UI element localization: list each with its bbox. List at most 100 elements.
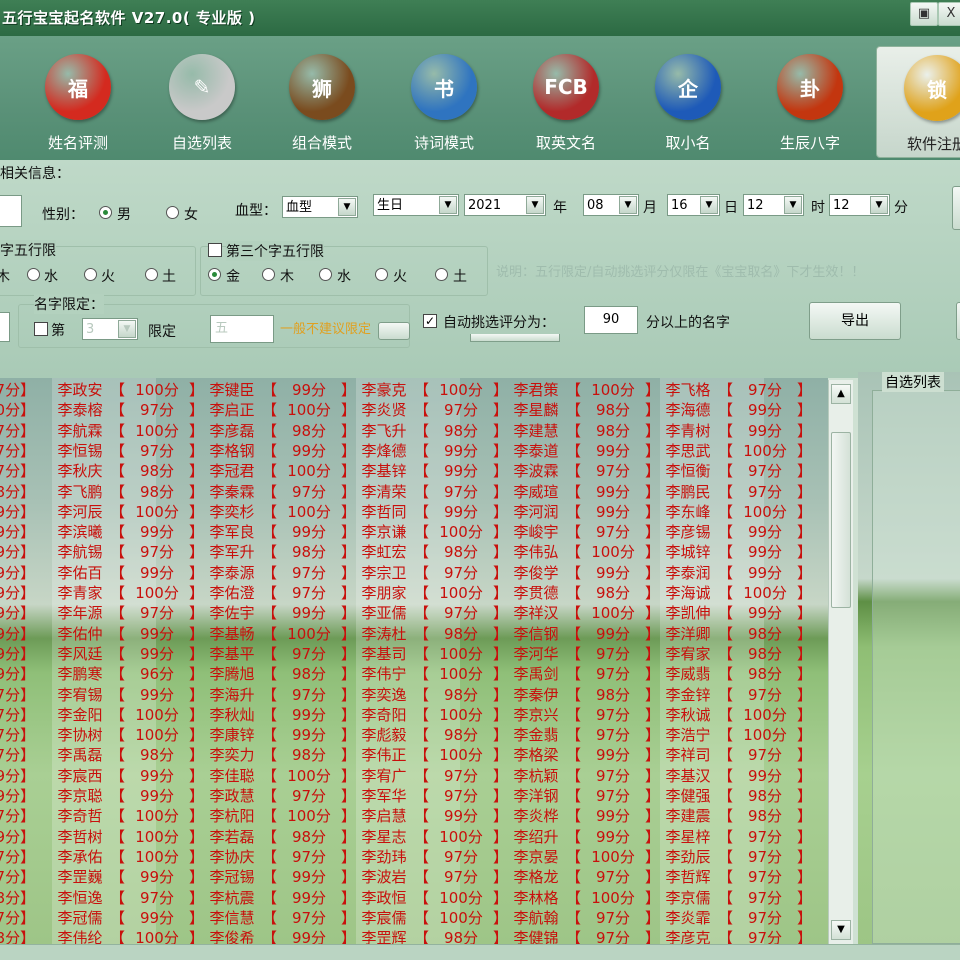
- result-cell[interactable]: 李恒衡【97分】: [658, 461, 812, 481]
- result-cell[interactable]: 李冠锡【99分】: [202, 867, 356, 887]
- result-cell[interactable]: 李冠儒【99分】: [50, 908, 204, 928]
- third-char-water-radio[interactable]: [319, 268, 332, 281]
- result-cell-partial[interactable]: 99分】: [0, 522, 35, 542]
- result-cell[interactable]: 李河润【99分】: [506, 502, 660, 522]
- result-cell[interactable]: 李劲辰【97分】: [658, 847, 812, 867]
- result-cell[interactable]: 李康锌【99分】: [202, 725, 356, 745]
- result-cell[interactable]: 李杭震【99分】: [202, 888, 356, 908]
- result-cell[interactable]: 李启慧【99分】: [354, 806, 508, 826]
- result-cell[interactable]: 李键臣【99分】: [202, 380, 356, 400]
- result-cell[interactable]: 李奕力【98分】: [202, 745, 356, 765]
- result-cell[interactable]: 李恒锡【97分】: [50, 441, 204, 461]
- result-cell[interactable]: 李信钢【99分】: [506, 624, 660, 644]
- result-cell-partial[interactable]: 97分】: [0, 806, 35, 826]
- result-cell[interactable]: 李佐宇【99分】: [202, 603, 356, 623]
- toolbar-button-5[interactable]: 企取小名: [628, 46, 748, 156]
- result-cell[interactable]: 李泰源【97分】: [202, 563, 356, 583]
- result-cell[interactable]: 李京晏【100分】: [506, 847, 660, 867]
- result-cell[interactable]: 李恒逸【97分】: [50, 888, 204, 908]
- result-cell[interactable]: 李京聪【99分】: [50, 786, 204, 806]
- result-cell[interactable]: 李鹏寒【96分】: [50, 664, 204, 684]
- result-cell[interactable]: 李航霖【100分】: [50, 421, 204, 441]
- result-cell[interactable]: 李承佑【100分】: [50, 847, 204, 867]
- blood-type-select[interactable]: 血型 ▼: [282, 196, 358, 218]
- result-cell[interactable]: 李基司【100分】: [354, 644, 508, 664]
- result-cell[interactable]: 李涛杜【98分】: [354, 624, 508, 644]
- result-cell-partial[interactable]: 98分】: [0, 888, 35, 908]
- result-cell[interactable]: 李伟宁【100分】: [354, 664, 508, 684]
- result-cell[interactable]: 李烽德【99分】: [354, 441, 508, 461]
- result-cell[interactable]: 李奕逸【98分】: [354, 685, 508, 705]
- result-cell[interactable]: 李建慧【98分】: [506, 421, 660, 441]
- result-cell-partial[interactable]: 97分】: [0, 421, 35, 441]
- scroll-down-arrow-icon[interactable]: ▼: [831, 920, 851, 940]
- result-cell[interactable]: 李政安【100分】: [50, 380, 204, 400]
- toolbar-button-1[interactable]: ✎ 自选列表: [142, 46, 262, 156]
- result-cell[interactable]: 李军升【98分】: [202, 542, 356, 562]
- auto-select-score-input[interactable]: 90: [584, 306, 638, 334]
- result-cell[interactable]: 李宸西【99分】: [50, 766, 204, 786]
- scroll-up-arrow-icon[interactable]: ▲: [831, 384, 851, 404]
- name-limit-checkbox[interactable]: [34, 322, 48, 336]
- result-cell[interactable]: 李青家【100分】: [50, 583, 204, 603]
- result-cell[interactable]: 李金阳【100分】: [50, 705, 204, 725]
- result-cell[interactable]: 李豪克【100分】: [354, 380, 508, 400]
- result-cell[interactable]: 李罡巍【99分】: [50, 867, 204, 887]
- result-cell[interactable]: 李宥家【98分】: [658, 644, 812, 664]
- result-cell-partial[interactable]: 00分】: [0, 400, 35, 420]
- result-cell[interactable]: 李杭阳【100分】: [202, 806, 356, 826]
- result-cell[interactable]: 李宗卫【97分】: [354, 563, 508, 583]
- result-cell[interactable]: 李冠君【100分】: [202, 461, 356, 481]
- result-cell-partial[interactable]: 99分】: [0, 664, 35, 684]
- result-cell[interactable]: 李朋家【100分】: [354, 583, 508, 603]
- toolbar-button-3[interactable]: 书诗词模式: [384, 46, 504, 156]
- name-limit-input[interactable]: 五: [210, 315, 274, 343]
- second-char-water-radio[interactable]: [27, 268, 40, 281]
- result-cell[interactable]: 李佑百【99分】: [50, 563, 204, 583]
- result-cell[interactable]: 李亚儒【97分】: [354, 603, 508, 623]
- result-cell[interactable]: 李健锦【97分】: [506, 928, 660, 944]
- result-cell-partial[interactable]: 97分】: [0, 867, 35, 887]
- result-cell[interactable]: 李海升【97分】: [202, 685, 356, 705]
- result-cell[interactable]: 李伟纶【100分】: [50, 928, 204, 944]
- result-cell[interactable]: 李海诚【100分】: [658, 583, 812, 603]
- result-cell-partial[interactable]: 97分】: [0, 908, 35, 928]
- close-button[interactable]: X: [938, 2, 960, 26]
- scroll-thumb[interactable]: [831, 432, 851, 608]
- toolbar-button-6[interactable]: 卦生辰八字: [750, 46, 870, 156]
- result-cell[interactable]: 李波岩【97分】: [354, 867, 508, 887]
- result-cell[interactable]: 李佑澄【97分】: [202, 583, 356, 603]
- result-cell[interactable]: 李祥司【97分】: [658, 745, 812, 765]
- partial-input-2[interactable]: [0, 312, 10, 342]
- result-cell-partial[interactable]: 97分】: [0, 461, 35, 481]
- result-cell[interactable]: 李禹剑【97分】: [506, 664, 660, 684]
- result-cell[interactable]: 李伟正【100分】: [354, 745, 508, 765]
- result-cell[interactable]: 李凯伸【99分】: [658, 603, 812, 623]
- result-cell[interactable]: 李波霖【97分】: [506, 461, 660, 481]
- result-cell[interactable]: 李贯德【98分】: [506, 583, 660, 603]
- result-cell[interactable]: 李城锌【99分】: [658, 542, 812, 562]
- result-cell[interactable]: 李秦霖【97分】: [202, 482, 356, 502]
- result-cell[interactable]: 李协庆【97分】: [202, 847, 356, 867]
- result-cell[interactable]: 李威翡【98分】: [658, 664, 812, 684]
- result-cell[interactable]: 李健强【98分】: [658, 786, 812, 806]
- result-cell-partial[interactable]: 98分】: [0, 482, 35, 502]
- result-cell-partial[interactable]: 99分】: [0, 542, 35, 562]
- result-cell-partial[interactable]: 98分】: [0, 928, 35, 944]
- toolbar-button-7[interactable]: 锁软件注册: [876, 46, 960, 158]
- result-cell[interactable]: 李炎桦【99分】: [506, 806, 660, 826]
- third-char-wood-radio[interactable]: [262, 268, 275, 281]
- result-cell[interactable]: 李杭颖【97分】: [506, 766, 660, 786]
- result-cell[interactable]: 李宥广【97分】: [354, 766, 508, 786]
- result-cell[interactable]: 李威瑄【99分】: [506, 482, 660, 502]
- auto-select-checkbox[interactable]: ✓: [423, 314, 437, 328]
- result-cell[interactable]: 李佳聪【100分】: [202, 766, 356, 786]
- result-cell-partial[interactable]: 99分】: [0, 583, 35, 603]
- result-cell[interactable]: 李泰榕【97分】: [50, 400, 204, 420]
- result-cell[interactable]: 李泰道【99分】: [506, 441, 660, 461]
- export-button[interactable]: 导出: [809, 302, 901, 340]
- result-cell[interactable]: 李京谦【100分】: [354, 522, 508, 542]
- result-cell[interactable]: 李峻宇【97分】: [506, 522, 660, 542]
- result-cell[interactable]: 李京儒【97分】: [658, 888, 812, 908]
- result-cell[interactable]: 李河辰【100分】: [50, 502, 204, 522]
